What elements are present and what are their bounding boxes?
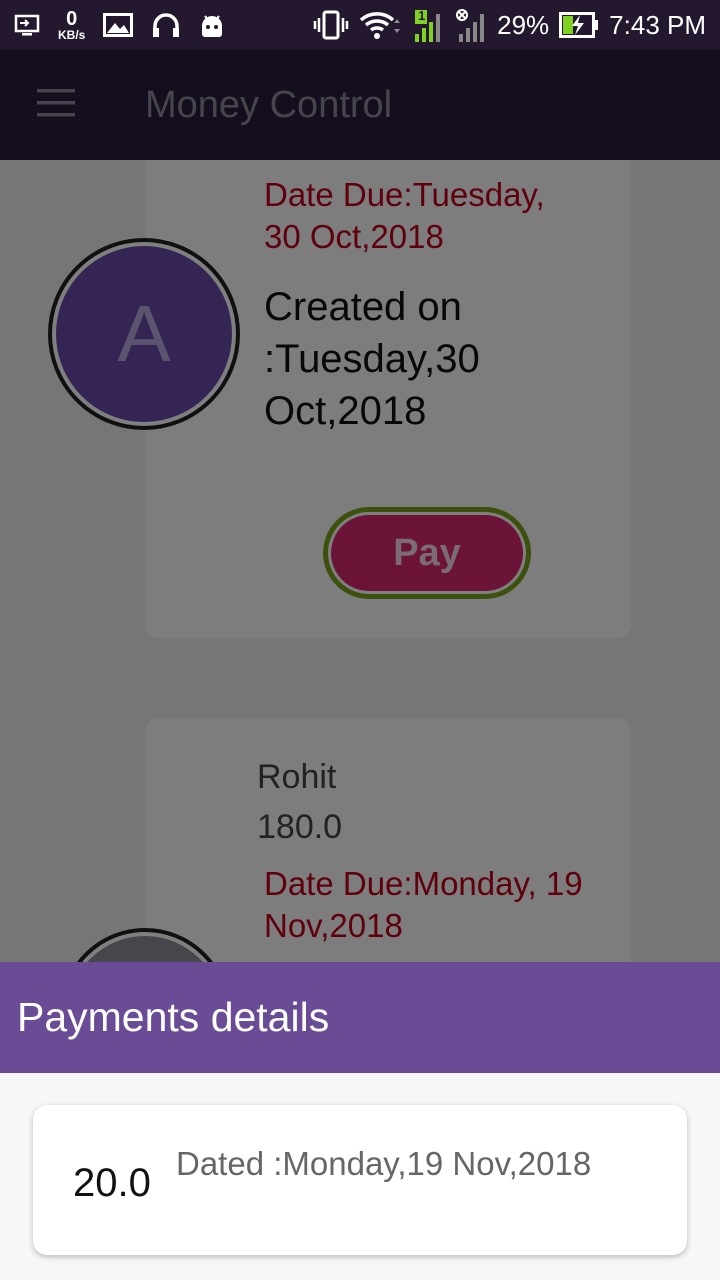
battery-percent: 29% xyxy=(497,9,550,40)
status-bar: 0 KB/s 1 29% 7:43 PM xyxy=(0,0,720,50)
clock: 7:43 PM xyxy=(609,9,706,40)
payments-sheet: 20.0 Dated :Monday,19 Nov,2018 xyxy=(0,1073,720,1280)
sim-badge: 1 xyxy=(418,8,426,23)
payment-amount: 20.0 xyxy=(73,1161,151,1205)
network-speed-unit: KB/s xyxy=(58,28,86,42)
image-icon xyxy=(103,13,134,37)
cast-icon xyxy=(14,13,40,37)
payment-date: Dated :Monday,19 Nov,2018 xyxy=(176,1145,592,1182)
battery-charging-icon xyxy=(559,12,599,38)
vibrate-icon xyxy=(313,10,349,40)
scrim-overlay[interactable] xyxy=(0,50,720,962)
signal-icon: 1 xyxy=(413,8,445,42)
payment-detail-card[interactable]: 20.0 Dated :Monday,19 Nov,2018 xyxy=(33,1105,687,1255)
network-speed-value: 0 xyxy=(66,8,78,30)
sheet-title: Payments details xyxy=(0,962,720,1073)
wifi-icon xyxy=(359,10,403,40)
network-speed: 0 KB/s xyxy=(58,9,85,41)
android-icon xyxy=(199,12,225,38)
headphones-icon xyxy=(151,12,181,38)
no-signal-icon xyxy=(455,8,487,42)
screen: 0 KB/s 1 29% 7:43 PM Payments details 20… xyxy=(0,0,720,1280)
